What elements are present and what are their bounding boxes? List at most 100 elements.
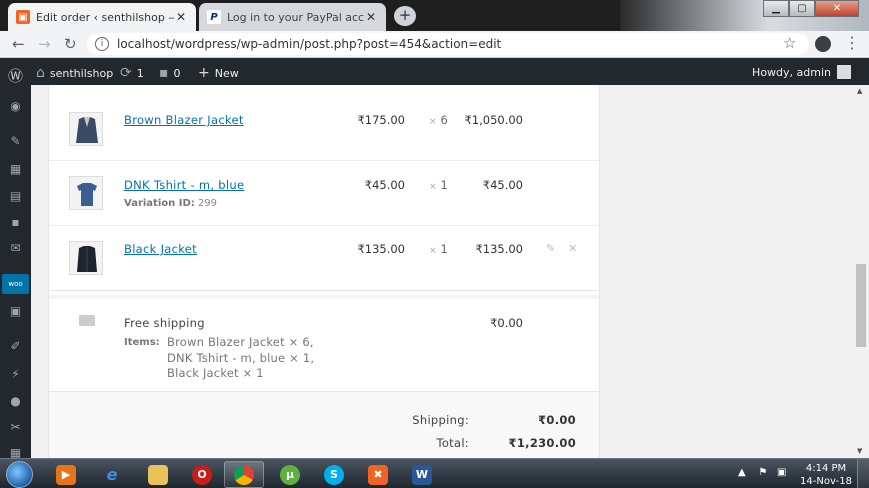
scrollbar-thumb[interactable]	[856, 264, 866, 347]
qty-value: 6	[440, 113, 448, 127]
woocommerce-icon[interactable]: woo	[2, 274, 29, 294]
action-center-flag-icon[interactable]: ⚑	[758, 467, 767, 478]
tab-title: Log in to your PayPal account	[227, 10, 364, 24]
chrome-button[interactable]	[224, 461, 264, 488]
skype-button[interactable]: S	[314, 461, 354, 488]
tab-paypal[interactable]: P Log in to your PayPal account ✕	[199, 3, 386, 31]
menu-kebab-icon[interactable]: ⋮	[844, 33, 860, 52]
shipping-item: Brown Blazer Jacket × 6,	[167, 335, 314, 349]
main-content: Brown Blazer Jacket ₹175.00 × 6 ₹1,050.00…	[31, 85, 853, 458]
product-name-link[interactable]: Brown Blazer Jacket	[124, 113, 244, 127]
reload-icon[interactable]: ↻	[64, 35, 77, 53]
shipping-cost: ₹0.00	[490, 316, 523, 330]
dashboard-icon[interactable]: ◉	[8, 100, 23, 113]
wp-admin-bar: Ⓦ ⌂ senthilshop ⟳ 1 ▪ 0 + New Howdy, adm…	[0, 58, 869, 85]
back-icon[interactable]: ←	[12, 35, 25, 53]
page-scrollbar[interactable]: ▲ ▼	[853, 85, 869, 458]
tab-edit-order[interactable]: ▣ Edit order ‹ senthilshop — Word ✕	[8, 3, 196, 31]
posts-pin-icon[interactable]: ✎	[8, 135, 23, 148]
wordpress-logo-icon[interactable]: Ⓦ	[8, 65, 28, 86]
maximize-button[interactable]: ▢	[789, 0, 815, 17]
plus-icon: +	[198, 65, 210, 81]
shipping-total-label: Shipping:	[412, 413, 469, 427]
comments-icon[interactable]: ▪	[8, 216, 23, 229]
updates-link[interactable]: ⟳ 1	[120, 65, 144, 81]
item-quantity: × 1	[429, 178, 448, 192]
scroll-down-icon[interactable]: ▼	[857, 447, 862, 455]
product-thumbnail[interactable]	[69, 241, 103, 275]
show-hidden-icons-icon[interactable]: ▲	[738, 467, 746, 478]
file-explorer-button[interactable]	[138, 461, 178, 488]
minimize-button[interactable]: ▁	[763, 0, 789, 17]
order-total-label: Total:	[436, 436, 469, 450]
variation-id-value: 299	[197, 198, 218, 209]
item-cost: ₹45.00	[364, 178, 405, 192]
screen: ▣ Edit order ‹ senthilshop — Word ✕ P Lo…	[0, 0, 869, 488]
site-info-icon[interactable]: i	[95, 37, 109, 51]
contact-icon[interactable]: ✉	[8, 242, 23, 255]
item-cost: ₹135.00	[357, 242, 405, 256]
scroll-up-icon[interactable]: ▲	[857, 87, 862, 95]
shipping-item: Black Jacket × 1	[167, 366, 264, 380]
item-cost: ₹175.00	[357, 113, 405, 127]
system-tray: ▲ ⚑ ▣	[738, 467, 786, 478]
updates-count: 1	[136, 66, 144, 80]
tools-icon[interactable]: ✂	[8, 421, 23, 434]
products-icon[interactable]: ▣	[8, 305, 23, 318]
users-icon[interactable]: ●	[8, 395, 23, 408]
close-window-button[interactable]: ✕	[815, 0, 859, 17]
windows-taskbar: ▶ e O µ S ✖ W ▲ ⚑ ▣ 4:14 PM 14-Nov-18	[0, 458, 869, 488]
product-name-link[interactable]: DNK Tshirt - m, blue	[124, 178, 244, 192]
qty-value: 1	[440, 178, 448, 192]
table-row: DNK Tshirt - m, blue Variation ID: 299 ₹…	[49, 161, 599, 226]
forward-icon[interactable]: →	[38, 35, 51, 53]
delete-item-icon[interactable]: ✕	[568, 242, 577, 255]
comments-link[interactable]: ▪ 0	[159, 65, 181, 81]
taskbar-clock[interactable]: 4:14 PM 14-Nov-18	[800, 462, 852, 488]
home-icon: ⌂	[36, 65, 45, 81]
media-icon[interactable]: ▦	[8, 163, 23, 176]
utorrent-button[interactable]: µ	[270, 461, 310, 488]
close-tab-icon[interactable]: ✕	[364, 10, 378, 24]
product-name-link[interactable]: Black Jacket	[124, 242, 197, 256]
start-button[interactable]	[6, 461, 33, 488]
plugins-icon[interactable]: ⚡	[8, 368, 23, 381]
close-tab-icon[interactable]: ✕	[174, 10, 188, 24]
network-icon[interactable]: ▣	[777, 467, 786, 478]
media-player-button[interactable]: ▶	[46, 461, 86, 488]
new-content-link[interactable]: + New	[198, 65, 239, 81]
shipping-item: DNK Tshirt - m, blue × 1,	[167, 350, 315, 365]
opera-button[interactable]: O	[182, 461, 222, 488]
media-player-icon: ▶	[56, 464, 76, 485]
order-total-value: ₹1,230.00	[508, 436, 576, 450]
bookmark-star-icon[interactable]: ☆	[783, 34, 796, 52]
appearance-icon[interactable]: ✐	[8, 340, 23, 353]
paypal-favicon-icon: P	[207, 10, 221, 24]
product-thumbnail[interactable]	[69, 176, 103, 210]
address-bar-row: ← → ↻ i localhost/wordpress/wp-admin/pos…	[0, 31, 869, 58]
product-thumbnail[interactable]	[69, 112, 103, 146]
word-icon: W	[412, 464, 432, 485]
site-name-link[interactable]: ⌂ senthilshop	[36, 65, 113, 81]
avatar	[837, 65, 851, 79]
comments-count: 0	[173, 66, 181, 80]
wp-admin-menu: ◉ ✎ ▦ ▤ ▪ ✉ woo ▣ ✐ ⚡ ● ✂ ▦	[0, 85, 31, 460]
xampp-favicon-icon: ▣	[16, 10, 30, 24]
url-field[interactable]: i localhost/wordpress/wp-admin/post.php?…	[87, 33, 809, 55]
word-button[interactable]: W	[402, 461, 442, 488]
internet-explorer-button[interactable]: e	[92, 461, 132, 488]
xampp-button[interactable]: ✖	[358, 461, 398, 488]
pages-icon[interactable]: ▤	[8, 190, 23, 203]
clock-date: 14-Nov-18	[800, 476, 852, 487]
xampp-icon: ✖	[368, 464, 388, 485]
my-account-link[interactable]: Howdy, admin	[752, 65, 851, 79]
show-desktop-button[interactable]	[857, 459, 869, 488]
new-tab-button[interactable]: +	[394, 6, 416, 26]
item-quantity: × 6	[429, 113, 448, 127]
account-icon[interactable]	[815, 36, 831, 52]
edit-item-icon[interactable]: ✎	[546, 242, 555, 255]
line-total: ₹45.00	[482, 178, 523, 192]
greeting-label: Howdy, admin	[752, 65, 831, 79]
chrome-icon	[234, 464, 254, 485]
utorrent-icon: µ	[280, 464, 300, 485]
